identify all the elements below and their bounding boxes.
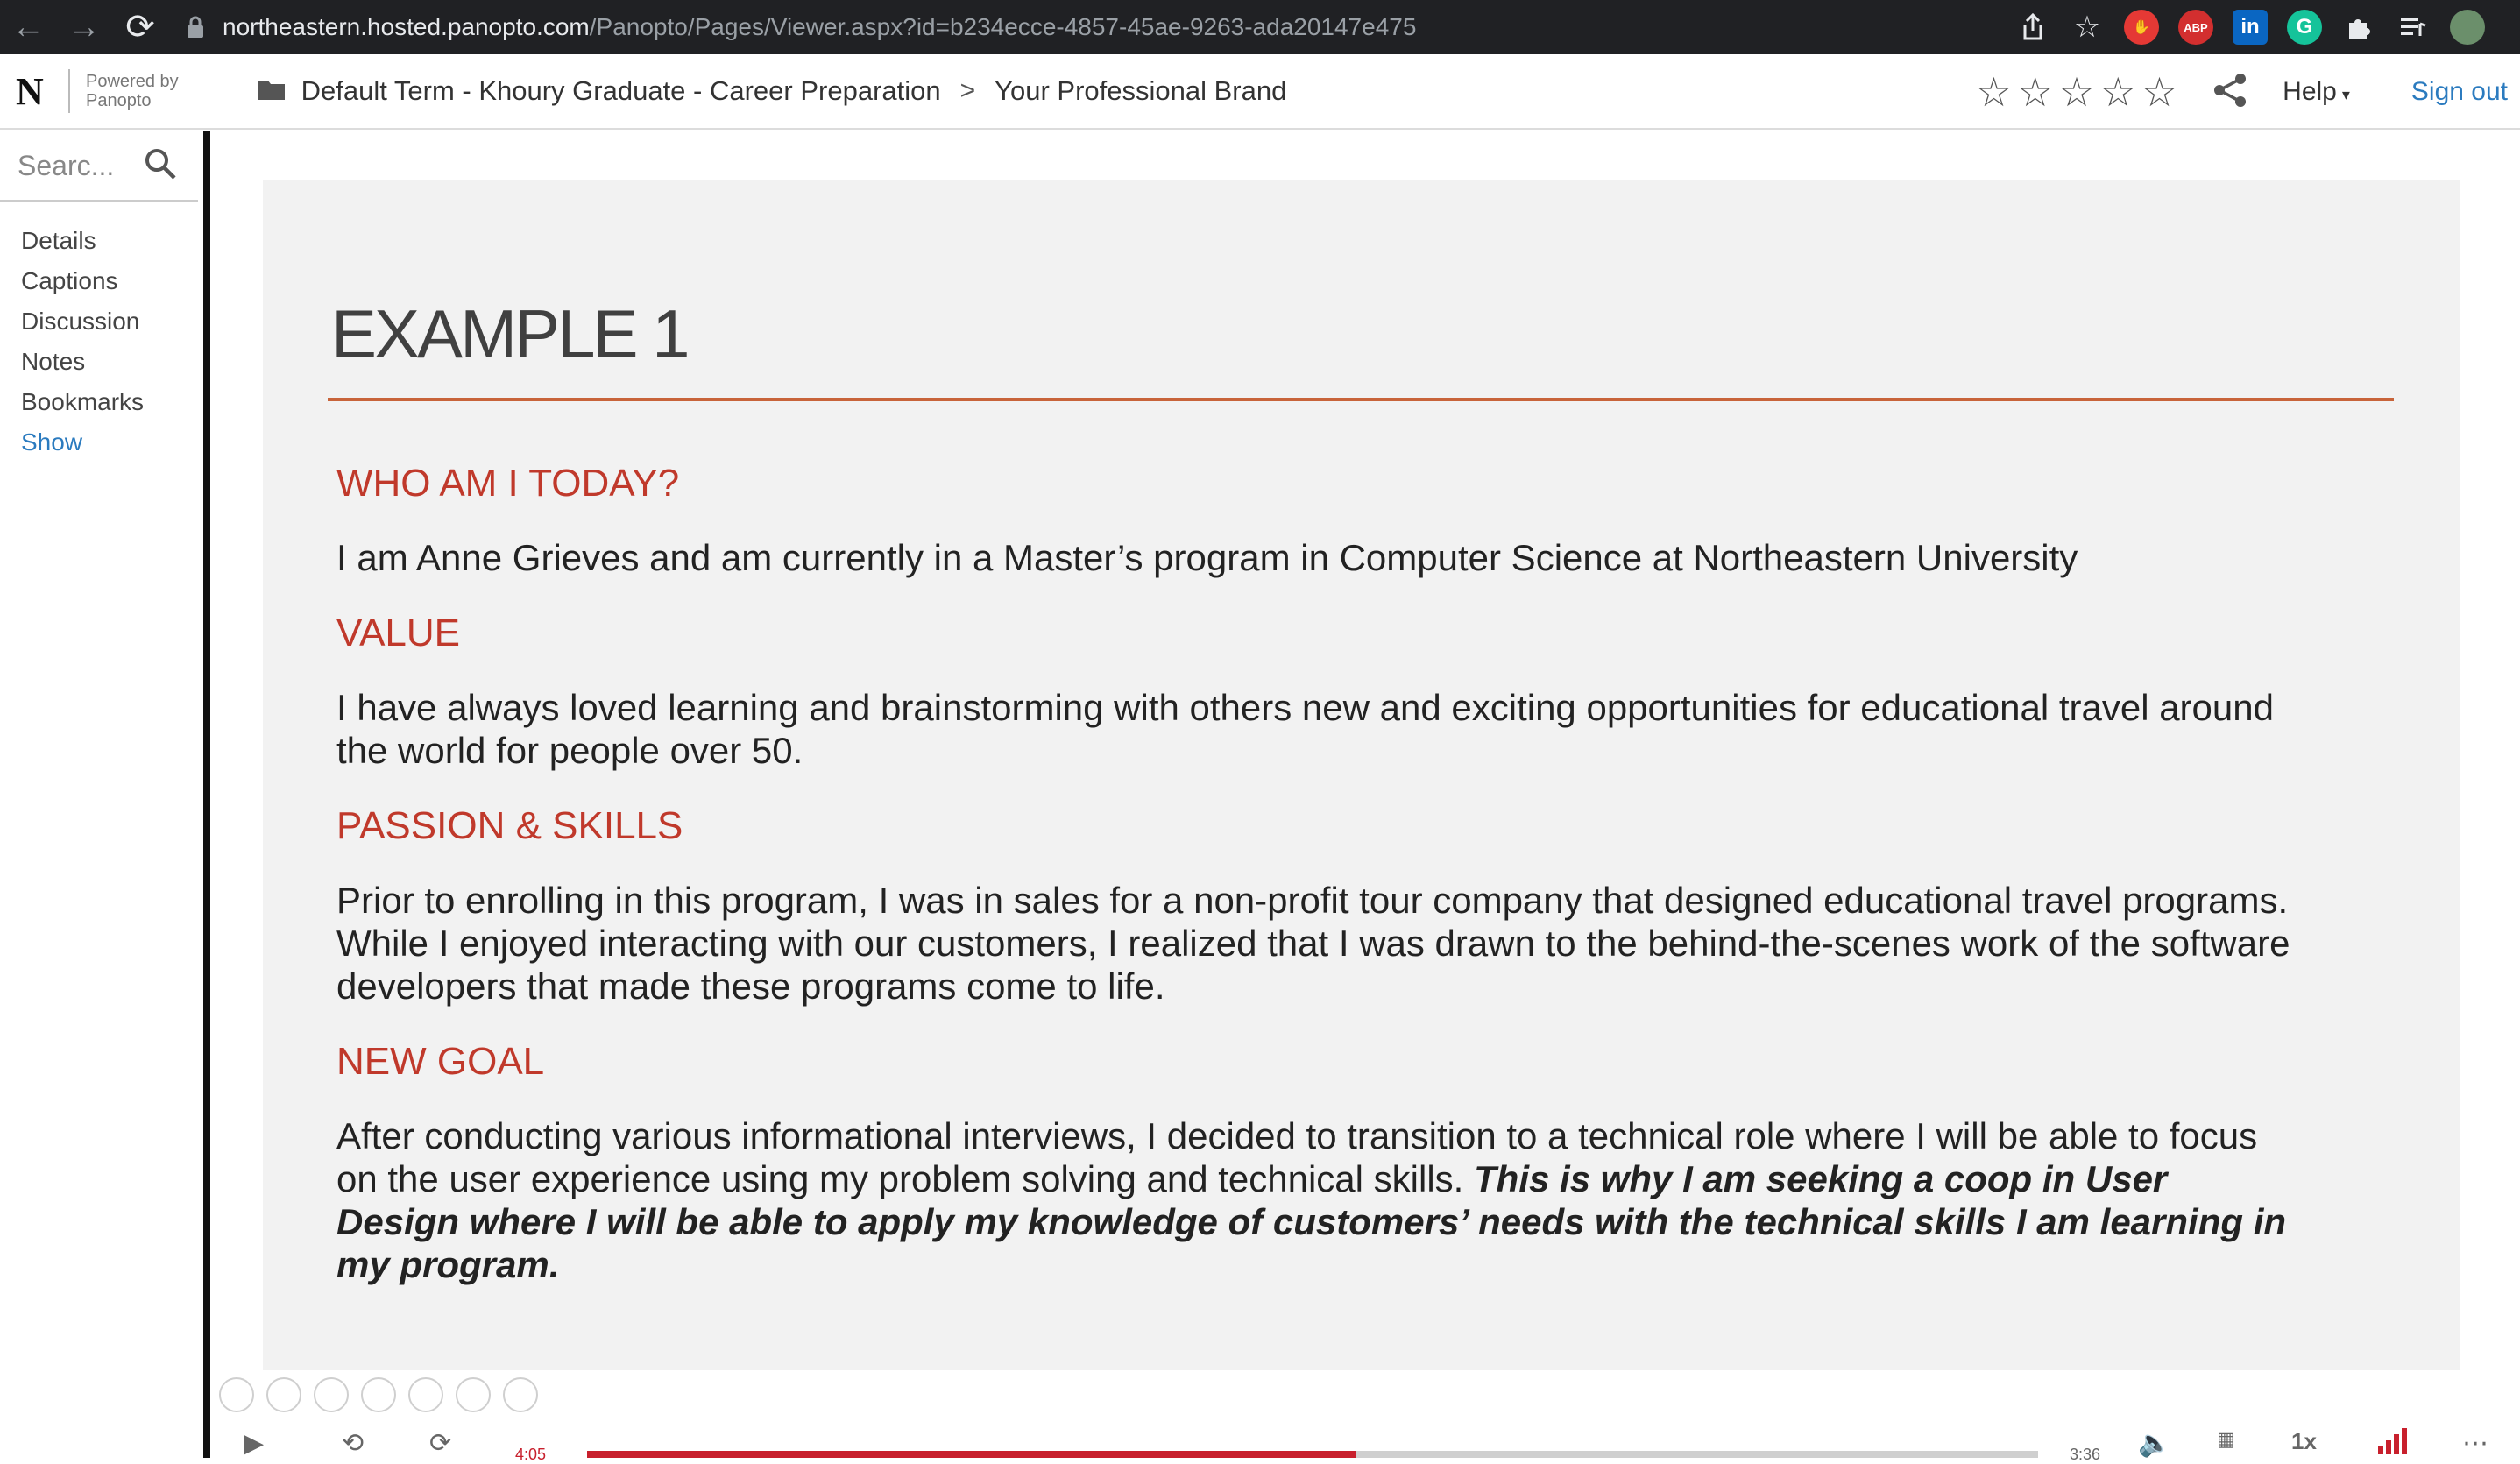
screen-icon[interactable] — [456, 1377, 491, 1412]
browser-toolbar: ← → ⟳ northeastern.hosted.panopto.com/Pa… — [0, 0, 2520, 54]
section-text: I am Anne Grieves and am currently in a … — [336, 537, 2078, 578]
puzzle-extensions-icon[interactable] — [2341, 10, 2376, 45]
video-stage[interactable]: EXAMPLE 1 WHO AM I TODAY? I am Anne Grie… — [210, 131, 2520, 1419]
address-bar[interactable]: northeastern.hosted.panopto.com/Panopto/… — [181, 0, 2015, 54]
presentation-slide: EXAMPLE 1 WHO AM I TODAY? I am Anne Grie… — [263, 180, 2460, 1370]
rating-star-icon[interactable]: ☆ — [2100, 72, 2136, 112]
rating-star-icon[interactable]: ☆ — [2058, 72, 2094, 112]
rating-star-icon[interactable]: ☆ — [1976, 72, 2012, 112]
progress-bar[interactable] — [587, 1451, 2038, 1458]
share-icon[interactable] — [2212, 73, 2247, 112]
sidebar-item-bookmarks[interactable]: Bookmarks — [0, 382, 203, 422]
powered-line-1: Powered by — [86, 72, 179, 91]
reload-icon[interactable]: ⟳ — [112, 0, 168, 54]
zoom-icon[interactable] — [408, 1377, 443, 1412]
share-icon[interactable] — [2015, 10, 2050, 45]
quality-icon[interactable] — [2376, 1428, 2408, 1461]
forward-arrow-icon[interactable]: → — [56, 0, 112, 54]
player-controls: ▶ ⟲ ⟳ 4:05 3:36 🔈 ▦ 1x ⋯ — [210, 1419, 2520, 1463]
show-link[interactable]: Show — [0, 422, 203, 463]
section-text: Prior to enrolling in this program, I wa… — [336, 880, 2290, 1007]
rating-stars[interactable]: ☆ ☆ ☆ ☆ ☆ — [1976, 72, 2177, 112]
captions-icon[interactable]: ▦ — [2217, 1428, 2235, 1451]
help-label: Help — [2283, 77, 2337, 106]
linkedin-icon[interactable]: in — [2233, 10, 2268, 45]
sign-out-link[interactable]: Sign out — [2411, 77, 2508, 107]
forward-10-icon[interactable]: ⟳ — [429, 1428, 451, 1459]
url-path: /Panopto/Pages/Viewer.aspx?id=b234ecce-4… — [589, 13, 1417, 40]
viewer-header: N Powered by Panopto Default Term - Khou… — [0, 54, 2520, 130]
back-arrow-icon[interactable]: ← — [0, 0, 56, 54]
play-icon[interactable]: ▶ — [244, 1428, 264, 1459]
url-host: northeastern.hosted.panopto.com — [223, 13, 590, 40]
reading-list-icon[interactable] — [2396, 10, 2431, 45]
section-heading: PASSION & SKILLS — [336, 804, 683, 847]
sidebar: Searc... Details Captions Discussion Not… — [0, 131, 203, 1458]
section-heading: NEW GOAL — [336, 1040, 545, 1083]
progress-fill — [587, 1451, 1356, 1458]
sidebar-menu: Details Captions Discussion Notes Bookma… — [0, 202, 203, 463]
northeastern-logo[interactable]: N — [16, 69, 53, 114]
sidebar-item-discussion[interactable]: Discussion — [0, 301, 203, 342]
powered-line-2: Panopto — [86, 91, 152, 110]
section-text: I have always loved learning and brainst… — [336, 687, 2274, 771]
elapsed-time: 4:05 — [515, 1446, 547, 1463]
section-heading: WHO AM I TODAY? — [336, 462, 680, 505]
adblock-icon[interactable]: ABP — [2178, 10, 2213, 45]
help-menu[interactable]: Help ▾ — [2283, 77, 2350, 107]
prev-slide-icon[interactable] — [219, 1377, 254, 1412]
panel-divider[interactable] — [203, 131, 210, 1458]
profile-avatar[interactable] — [2450, 10, 2485, 45]
more-options-icon[interactable]: ⋯ — [2462, 1428, 2488, 1459]
section-text: After conducting various informational i… — [336, 1114, 2299, 1286]
slide-body: WHO AM I TODAY? I am Anne Grieves and am… — [336, 461, 2299, 1318]
speed-button[interactable]: 1x — [2291, 1428, 2317, 1455]
pen-icon[interactable] — [314, 1377, 349, 1412]
remaining-time: 3:36 — [2070, 1446, 2101, 1463]
breadcrumb-current: Your Professional Brand — [995, 75, 1287, 106]
breadcrumb-folder[interactable]: Default Term - Khoury Graduate - Career … — [301, 75, 941, 107]
lock-icon — [181, 16, 210, 39]
folder-icon — [258, 78, 287, 105]
slide-title-rule — [328, 398, 2394, 401]
copy-icon[interactable] — [361, 1377, 396, 1412]
play-circle-icon[interactable] — [266, 1377, 301, 1412]
slide-title: EXAMPLE 1 — [331, 295, 690, 372]
chevron-right-icon: > — [959, 76, 976, 105]
bookmark-star-icon[interactable]: ☆ — [2070, 10, 2105, 45]
rating-star-icon[interactable]: ☆ — [2017, 72, 2053, 112]
sidebar-item-notes[interactable]: Notes — [0, 342, 203, 382]
logo-divider — [68, 69, 70, 113]
rewind-10-icon[interactable]: ⟲ — [342, 1428, 364, 1459]
sidebar-item-captions[interactable]: Captions — [0, 261, 203, 301]
grammarly-icon[interactable]: G — [2287, 10, 2322, 45]
search-icon[interactable] — [144, 147, 182, 185]
section-heading: VALUE — [336, 612, 461, 654]
overlay-tools — [219, 1377, 538, 1412]
powered-by-panopto[interactable]: Powered by Panopto — [86, 72, 179, 110]
more-icon[interactable] — [503, 1377, 538, 1412]
search-box[interactable]: Searc... — [0, 131, 198, 202]
sidebar-item-details[interactable]: Details — [0, 221, 203, 261]
caret-down-icon: ▾ — [2341, 86, 2350, 103]
red-extension-icon[interactable]: ✋ — [2124, 10, 2159, 45]
search-input[interactable]: Searc... — [18, 150, 144, 182]
rating-star-icon[interactable]: ☆ — [2141, 72, 2177, 112]
volume-icon[interactable]: 🔈 — [2138, 1428, 2170, 1459]
